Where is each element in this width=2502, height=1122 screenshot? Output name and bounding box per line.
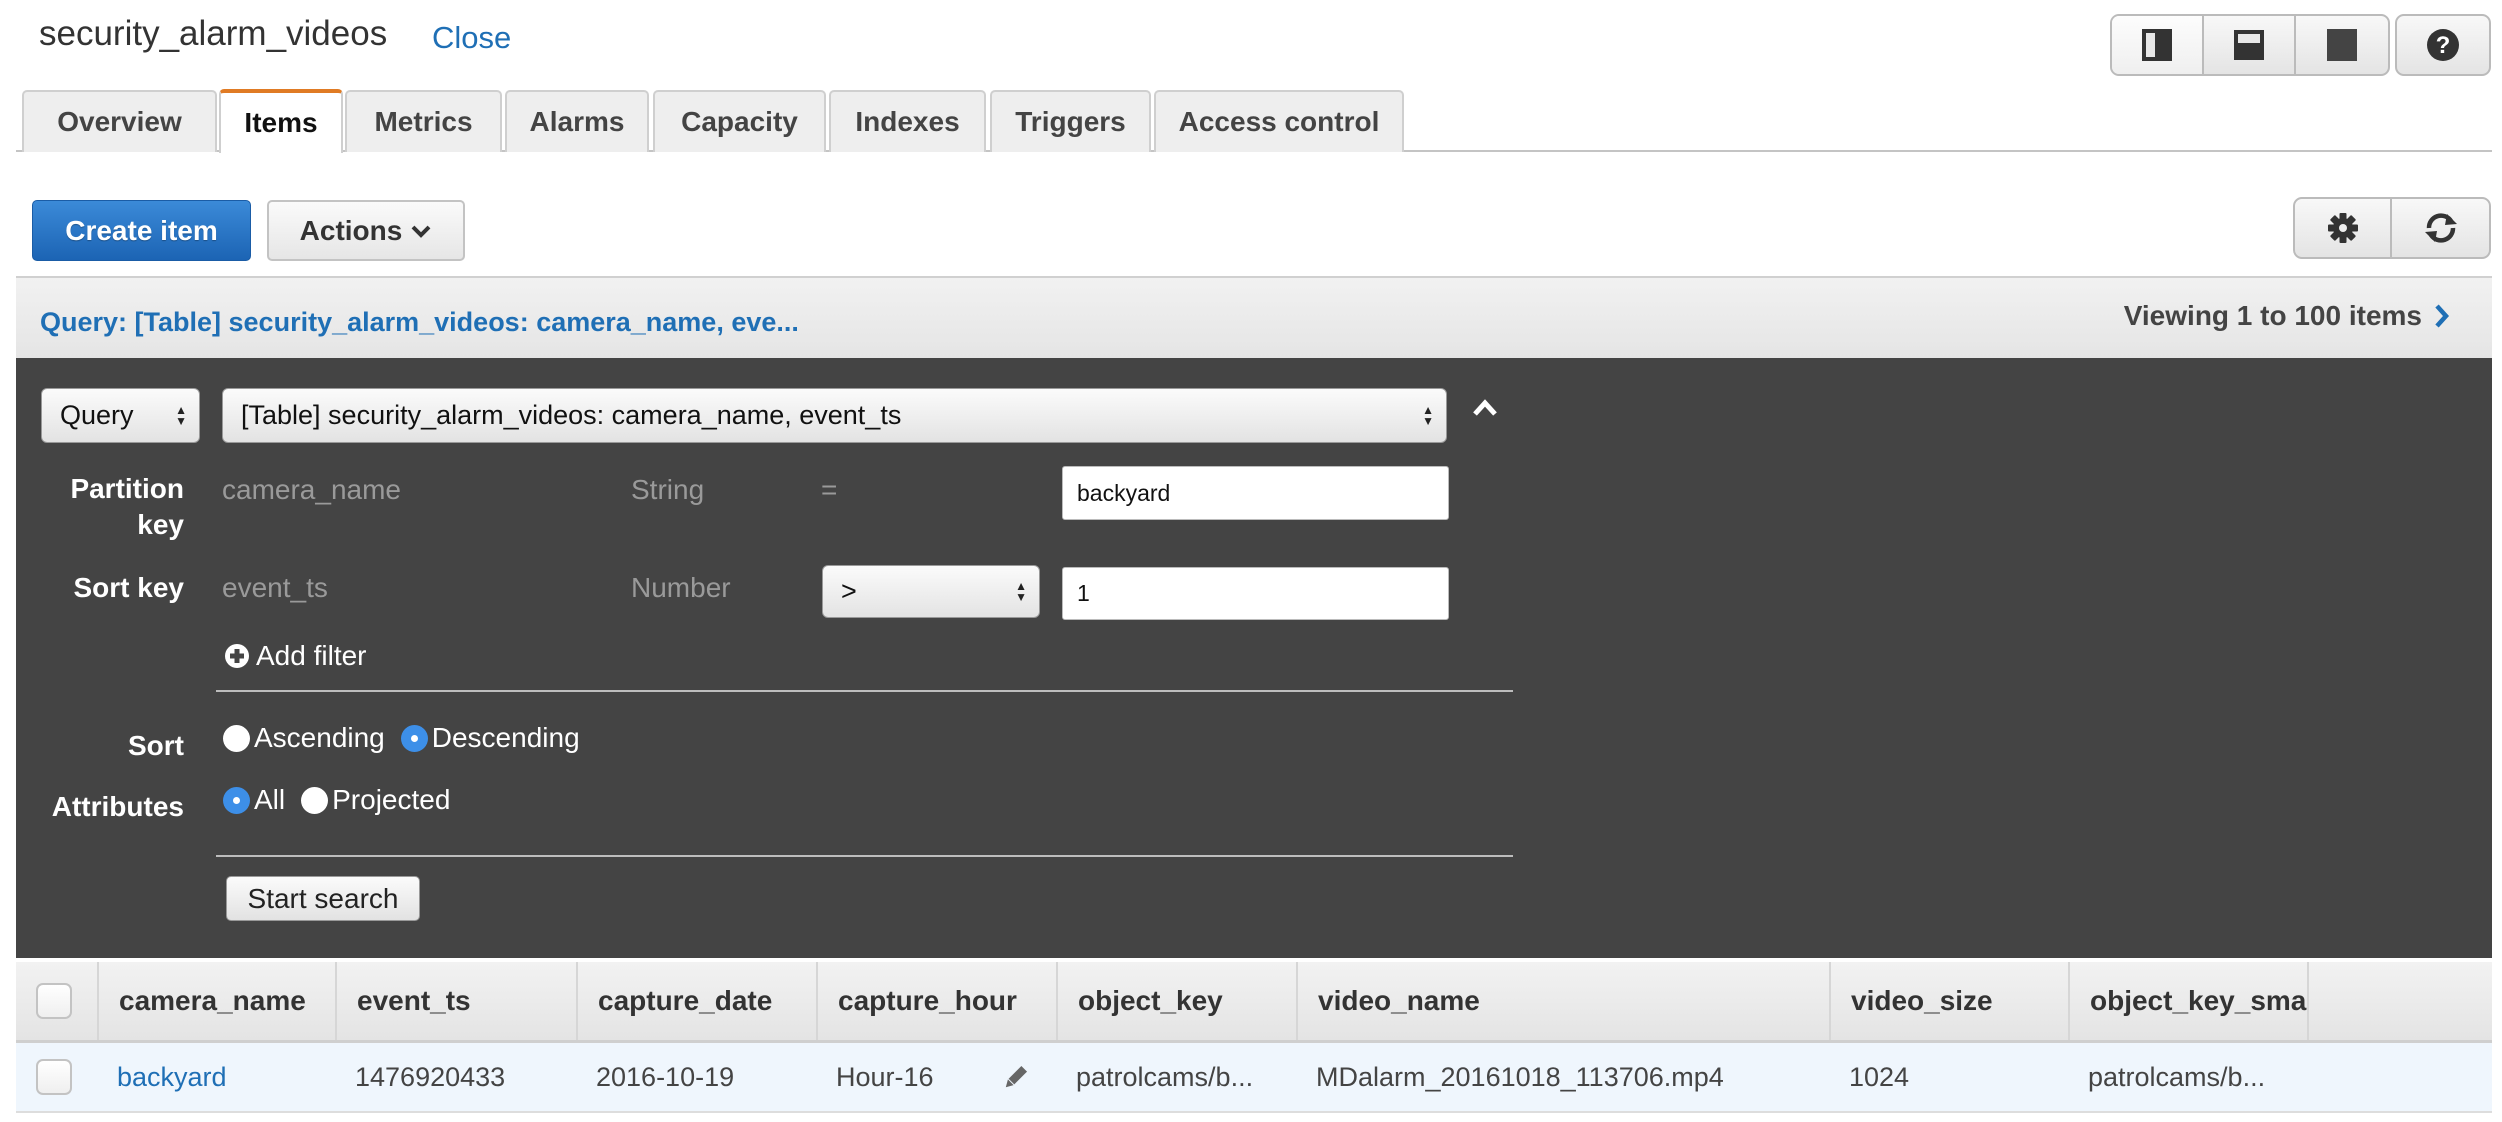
tab-items[interactable]: Items [219,89,343,153]
page-title: security_alarm_videos [39,14,388,53]
select-all-checkbox[interactable] [36,983,72,1019]
sort-key-type: Number [631,572,731,603]
column-header-video-size[interactable]: video_size [1829,962,2068,1040]
partition-key-type: String [631,474,705,505]
attributes-all-label[interactable]: All [254,784,285,815]
add-filter-button[interactable]: Add filter [224,640,367,672]
layout-full-button[interactable] [2296,16,2388,74]
cell-capture-date: 2016-10-19 [596,1061,735,1092]
column-header-capture-hour[interactable]: capture_hour [816,962,1056,1040]
split-vertical-icon [2142,29,2172,61]
settings-button[interactable] [2295,199,2392,257]
sort-ascending-radio[interactable] [223,724,250,752]
tab-capacity[interactable]: Capacity [653,90,826,152]
sort-ascending-label[interactable]: Ascending [254,722,385,753]
tab-metrics[interactable]: Metrics [345,90,502,152]
row-select-cell [16,1043,97,1111]
partition-key-label-line2: key [137,509,184,540]
pencil-edit-icon[interactable] [1002,1065,1028,1091]
table-row[interactable]: backyard 1476920433 2016-10-19 Hour-16 p… [16,1043,2492,1113]
select-all-cell [16,962,97,1040]
operation-select[interactable]: Query ▲ ▼ [41,388,200,443]
cell-camera-name[interactable]: backyard [97,1043,335,1111]
refresh-icon [2424,213,2457,243]
sort-key-operator-select[interactable]: > ▲ ▼ [822,565,1040,618]
sort-descending-label[interactable]: Descending [432,722,580,753]
attributes-label: Attributes [51,791,184,822]
layout-split-horizontal-button[interactable] [2204,16,2296,74]
viewing-count: Viewing 1 to 100 items [2123,300,2422,331]
partition-key-operator: = [821,474,838,505]
attributes-projected-label[interactable]: Projected [332,784,450,815]
help-button[interactable]: ? [2395,14,2491,76]
actions-dropdown-button[interactable]: Actions [267,200,465,261]
search-divider [216,855,1513,857]
cell-event-ts: 1476920433 [355,1061,506,1092]
column-header-video-name[interactable]: video_name [1296,962,1829,1040]
gear-icon [2327,213,2358,243]
cell-video-name: MDalarm_20161018_113706.mp4 [1316,1061,1724,1092]
tab-overview[interactable]: Overview [22,90,217,152]
question-circle-icon: ? [2427,29,2459,61]
select-arrows-icon: ▲ ▼ [1015,578,1027,604]
attributes-all-radio[interactable] [223,786,250,814]
sort-key-operator-value: > [841,576,857,606]
sort-key-value-input[interactable]: 1 [1062,567,1449,620]
index-select-value: [Table] security_alarm_videos: camera_na… [241,400,902,430]
operation-select-value: Query [60,400,134,430]
column-header-capture-date[interactable]: capture_date [576,962,816,1040]
attributes-projected-radio[interactable] [301,786,329,814]
select-arrows-icon: ▲ ▼ [1422,402,1434,428]
select-arrows-icon: ▲ ▼ [175,402,187,428]
sort-key-attribute: event_ts [222,572,328,603]
collapse-panel-icon[interactable] [1472,398,1498,418]
tab-access-control[interactable]: Access control [1154,90,1404,152]
tab-indexes[interactable]: Indexes [829,90,986,152]
refresh-button[interactable] [2392,199,2489,257]
tab-triggers[interactable]: Triggers [990,90,1151,152]
partition-key-label: Partition key [40,471,184,543]
filter-divider [216,690,1513,692]
full-view-icon [2327,29,2357,61]
sort-label: Sort [128,730,184,761]
partition-key-attribute: camera_name [222,474,401,505]
sort-radio-group: Ascending Descending [223,722,596,754]
create-item-button[interactable]: Create item [32,200,251,261]
row-checkbox[interactable] [36,1059,72,1095]
partition-key-value-input[interactable]: backyard [1062,466,1449,520]
add-filter-label: Add filter [256,640,367,671]
actions-label: Actions [299,214,403,246]
tab-alarms[interactable]: Alarms [505,90,649,152]
next-page-icon[interactable] [2434,303,2450,329]
chevron-down-icon [411,225,431,238]
table-header: camera_name event_ts capture_date captur… [16,962,2492,1043]
pagination: Viewing 1 to 100 items [2124,300,2450,332]
column-header-object-key-small[interactable]: object_key_smal [2068,962,2309,1040]
help-button-inner: ? [2397,16,2489,74]
partition-key-label-line1: Partition [70,473,184,504]
cell-video-size: 1024 [1849,1061,1910,1092]
table-tools-group [2293,197,2491,259]
svg-text:?: ? [2436,32,2451,59]
column-header-event-ts[interactable]: event_ts [335,962,576,1040]
cell-object-key: patrolcams/b... [1076,1061,1254,1092]
cell-object-key-small: patrolcams/b... [2088,1061,2266,1092]
query-summary-link[interactable]: Query: [Table] security_alarm_videos: ca… [40,307,799,338]
layout-toggle-group [2110,14,2390,76]
layout-split-vertical-button[interactable] [2112,16,2204,74]
split-horizontal-icon [2234,30,2264,60]
column-header-object-key[interactable]: object_key [1056,962,1296,1040]
cell-capture-hour: Hour-16 [836,1061,934,1092]
plus-circle-icon [225,644,249,668]
sort-key-label: Sort key [73,572,185,603]
attributes-radio-group: All Projected [223,784,466,816]
index-select[interactable]: [Table] security_alarm_videos: camera_na… [222,388,1447,443]
query-panel [16,358,2492,958]
column-header-camera-name[interactable]: camera_name [97,962,335,1040]
start-search-button[interactable]: Start search [226,876,420,921]
sort-descending-radio[interactable] [400,724,428,752]
close-link[interactable]: Close [432,20,511,56]
